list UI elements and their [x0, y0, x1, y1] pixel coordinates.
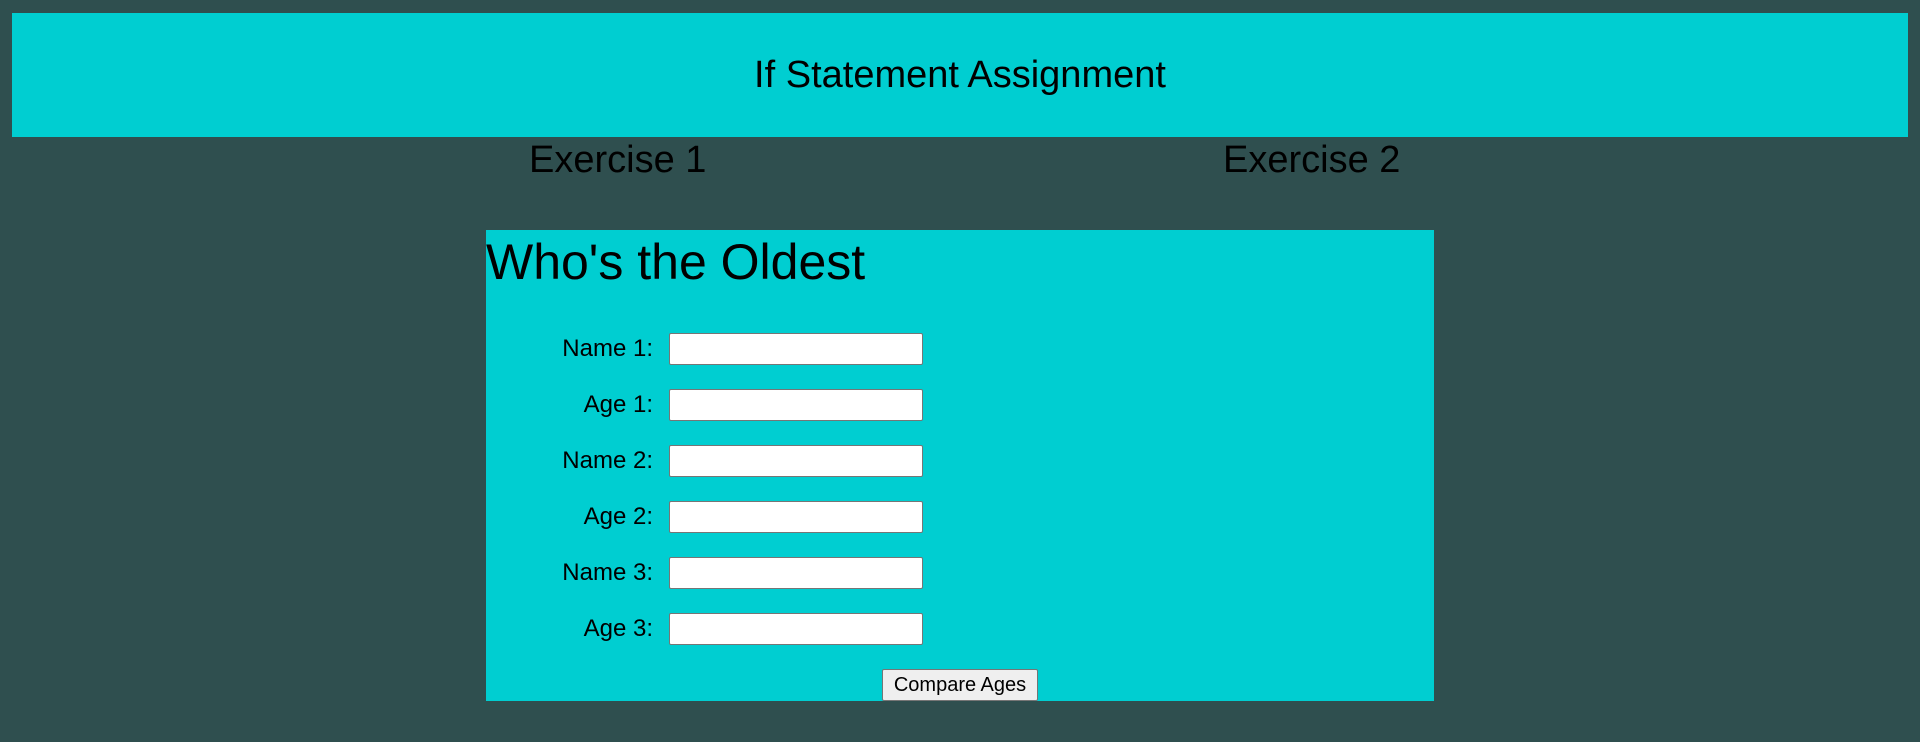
name-3-label: Name 3: [562, 559, 653, 586]
age-3-row: Age 3: [486, 613, 926, 645]
age-1-label: Age 1: [583, 391, 653, 418]
age-2-label: Age 2: [583, 503, 653, 530]
name-1-input[interactable] [669, 333, 923, 365]
page-title: If Statement Assignment [754, 54, 1166, 96]
name-1-row: Name 1: [486, 333, 926, 365]
name-2-label: Name 2: [562, 447, 653, 474]
name-1-label: Name 1: [562, 335, 653, 362]
age-2-input[interactable] [669, 501, 923, 533]
age-1-row: Age 1: [486, 389, 926, 421]
age-1-input[interactable] [669, 389, 923, 421]
form-title: Who's the Oldest [486, 234, 866, 290]
name-3-input[interactable] [669, 557, 923, 589]
page-header: If Statement Assignment [12, 13, 1908, 137]
name-2-input[interactable] [669, 445, 923, 477]
age-3-label: Age 3: [583, 615, 653, 642]
compare-ages-button[interactable]: Compare Ages [882, 669, 1038, 701]
age-2-row: Age 2: [486, 501, 926, 533]
exercise-2-link[interactable]: Exercise 2 [1223, 140, 1400, 180]
exercise-1-link[interactable]: Exercise 1 [529, 140, 706, 180]
age-3-input[interactable] [669, 613, 923, 645]
name-3-row: Name 3: [486, 557, 926, 589]
oldest-form-panel: Who's the Oldest Name 1: Age 1: Name 2: … [486, 230, 1434, 701]
name-2-row: Name 2: [486, 445, 926, 477]
